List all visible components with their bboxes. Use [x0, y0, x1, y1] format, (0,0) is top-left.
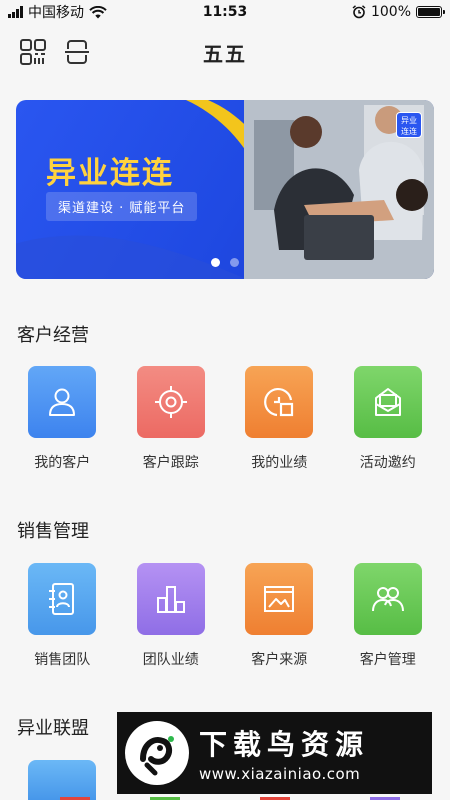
watermark-overlay: 下载鸟资源 www.xiazainiao.com	[117, 712, 432, 794]
section-title-sales-mgmt: 销售管理	[17, 521, 89, 542]
banner-subtitle: 渠道建设 · 赋能平台	[46, 192, 198, 221]
page-title: 五五	[203, 41, 247, 66]
watermark-url: www.xiazainiao.com	[199, 765, 361, 783]
tile-customer-source[interactable]: 客户来源	[231, 563, 327, 669]
tile-label: 客户来源	[251, 652, 308, 668]
tile-label: 团队业绩	[142, 652, 199, 668]
tile-label: 客户管理	[359, 652, 416, 668]
top-nav: 五五	[0, 24, 450, 80]
bottom-tabbar-edge	[0, 796, 450, 800]
battery-percent: 100%	[370, 4, 411, 20]
carousel-dot[interactable]	[211, 258, 220, 267]
tile-label: 活动邀约	[359, 455, 416, 471]
tile-my-customers[interactable]: 我的客户	[14, 366, 110, 472]
customer-ops-grid: 我的客户 客户跟踪 我的业绩 活动邀约	[0, 366, 450, 472]
scan-icon[interactable]	[63, 38, 91, 66]
wifi-icon	[89, 5, 107, 18]
tile-label: 我的客户	[34, 455, 91, 471]
signal-icon	[8, 6, 23, 18]
bird-logo-icon	[125, 721, 189, 785]
contact-book-icon	[49, 583, 75, 615]
tile-customer-tracking[interactable]: 客户跟踪	[123, 366, 219, 472]
alarm-icon	[352, 5, 366, 19]
banner-title: 异业连连	[46, 156, 174, 191]
section-title-customer-ops: 客户经营	[17, 325, 89, 346]
mail-icon	[374, 388, 401, 416]
qr-grid-icon[interactable]	[19, 38, 47, 66]
carousel-dots	[16, 258, 434, 267]
watermark-title: 下载鸟资源	[199, 728, 370, 761]
carousel-dot[interactable]	[230, 258, 239, 267]
tile-label: 销售团队	[34, 652, 91, 668]
tile-label: 客户跟踪	[142, 455, 199, 471]
tile-team-performance[interactable]: 团队业绩	[123, 563, 219, 669]
carrier-label: 中国移动	[28, 5, 84, 21]
image-frame-icon	[264, 586, 295, 612]
target-icon	[154, 386, 187, 418]
user-icon	[49, 388, 76, 416]
chart-pie-icon	[264, 387, 294, 417]
battery-icon	[416, 6, 445, 18]
users-icon	[371, 587, 404, 612]
tile-label: 我的业绩	[251, 455, 308, 471]
tile-customer-management[interactable]: 客户管理	[340, 563, 436, 669]
tile-event-invite[interactable]: 活动邀约	[340, 366, 436, 472]
status-bar: 中国移动 11:53 100%	[0, 0, 450, 24]
sales-mgmt-grid: 销售团队 团队业绩 客户来源 客户管理	[0, 563, 450, 669]
bar-chart-icon	[156, 586, 185, 613]
promo-banner[interactable]: 异业连连 渠道建设 · 赋能平台 异业 连连	[16, 100, 434, 279]
tile-alliance-partial[interactable]	[28, 760, 96, 800]
section-title-alliance: 异业联盟	[17, 718, 89, 739]
banner-badge: 异业 连连	[396, 112, 422, 138]
tile-my-performance[interactable]: 我的业绩	[231, 366, 327, 472]
tile-sales-team[interactable]: 销售团队	[14, 563, 110, 669]
